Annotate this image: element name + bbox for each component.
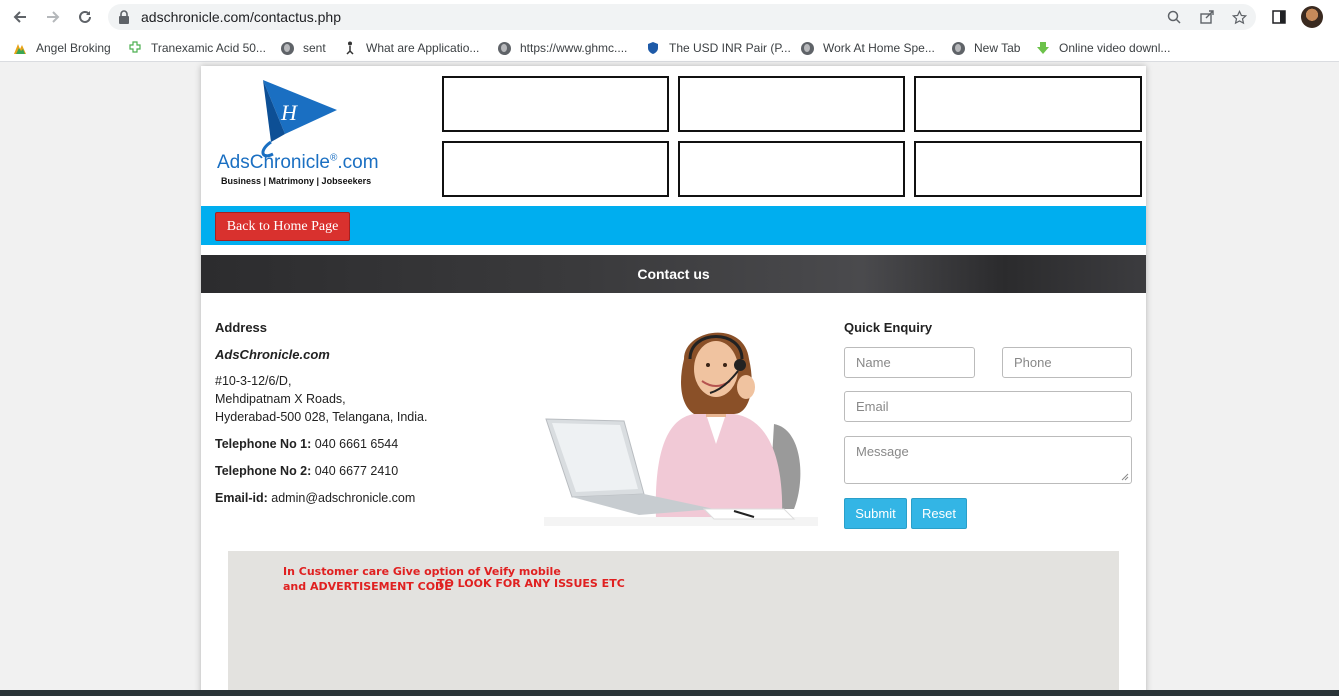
bookmark-item[interactable]: Work At Home Spe...	[800, 40, 935, 56]
message-placeholder: Message	[856, 444, 909, 459]
resize-handle-icon[interactable]	[1121, 473, 1129, 481]
phone-input[interactable]: Phone	[1002, 347, 1132, 378]
email-info: Email-id: admin@adschronicle.com	[215, 491, 416, 505]
reset-button[interactable]: Reset	[911, 498, 967, 529]
download-icon	[1036, 41, 1050, 55]
bookmark-item[interactable]: The USD INR Pair (P...	[646, 40, 791, 56]
svg-text:H: H	[280, 100, 298, 125]
forward-icon[interactable]	[41, 5, 65, 29]
lock-icon	[119, 10, 129, 24]
quick-enquiry-title: Quick Enquiry	[844, 320, 933, 335]
back-to-home-button[interactable]: Back to Home Page	[215, 212, 350, 241]
bookmarks-bar: Angel Broking Tranexamic Acid 50... sent…	[0, 34, 1339, 62]
section-header: Contact us	[201, 255, 1146, 293]
globe-icon	[497, 41, 511, 55]
email-input[interactable]: Email	[844, 391, 1132, 422]
address-line: Hyderabad-500 028, Telangana, India.	[215, 410, 428, 424]
globe-icon	[280, 41, 294, 55]
figure-icon	[343, 41, 357, 55]
logo-wordmark: AdsChronicle®.com	[217, 152, 379, 173]
ad-slot[interactable]	[442, 141, 669, 197]
name-input[interactable]: Name	[844, 347, 975, 378]
bookmark-item[interactable]: Online video downl...	[1036, 40, 1170, 56]
logo-tagline: Business | Matrimony | Jobseekers	[221, 176, 372, 186]
bookmark-item[interactable]: What are Applicatio...	[343, 40, 479, 56]
bookmark-item[interactable]: New Tab	[951, 40, 1020, 56]
back-icon[interactable]	[8, 5, 32, 29]
angel-icon	[13, 41, 27, 55]
bookmark-star-icon[interactable]	[1230, 8, 1248, 26]
telephone-2: Telephone No 2: 040 6677 2410	[215, 464, 399, 478]
ad-slot[interactable]	[442, 76, 669, 132]
address-bar[interactable]: adschronicle.com/contactus.php	[108, 4, 1256, 30]
share-icon[interactable]	[1198, 8, 1216, 26]
annotation-text: and ADVERTISEMENT CODE	[283, 580, 452, 593]
browser-toolbar: adschronicle.com/contactus.php	[0, 0, 1339, 34]
os-taskbar	[0, 690, 1339, 696]
url-text: adschronicle.com/contactus.php	[141, 9, 341, 25]
message-textarea[interactable]: Message	[844, 436, 1132, 484]
bookmark-item[interactable]: sent	[280, 40, 326, 56]
address-heading: Address	[215, 320, 268, 335]
ad-slot[interactable]	[678, 76, 905, 132]
ad-slot[interactable]	[914, 76, 1142, 132]
section-title: Contact us	[637, 266, 710, 282]
globe-icon	[951, 41, 965, 55]
customer-care-photo	[544, 319, 818, 526]
ad-slot[interactable]	[914, 141, 1142, 197]
bookmark-item[interactable]: Angel Broking	[13, 40, 111, 56]
nav-bar: Back to Home Page	[201, 206, 1146, 245]
profile-avatar[interactable]	[1301, 6, 1323, 28]
page-container: H AdsChronicle®.com Business | Matrimony…	[201, 66, 1146, 696]
submit-button[interactable]: Submit	[844, 498, 907, 529]
annotation-text: TO LOOK FOR ANY ISSUES ETC	[437, 577, 625, 590]
address-line: #10-3-12/6/D,	[215, 374, 292, 388]
globe-icon	[800, 41, 814, 55]
ad-slot[interactable]	[678, 141, 905, 197]
zoom-icon[interactable]	[1165, 8, 1183, 26]
bookmark-item[interactable]: Tranexamic Acid 50...	[128, 40, 266, 56]
address-company: AdsChronicle.com	[215, 347, 330, 362]
bookmark-item[interactable]: https://www.ghmc....	[497, 40, 627, 56]
shield-icon	[646, 41, 660, 55]
site-logo[interactable]: H AdsChronicle®.com Business | Matrimony…	[215, 76, 395, 188]
telephone-1: Telephone No 1: 040 6661 6544	[215, 437, 399, 451]
address-line: Mehdipatnam X Roads,	[215, 392, 346, 406]
reload-icon[interactable]	[73, 5, 97, 29]
side-panel-icon[interactable]	[1269, 7, 1289, 27]
puzzle-icon	[128, 41, 142, 55]
